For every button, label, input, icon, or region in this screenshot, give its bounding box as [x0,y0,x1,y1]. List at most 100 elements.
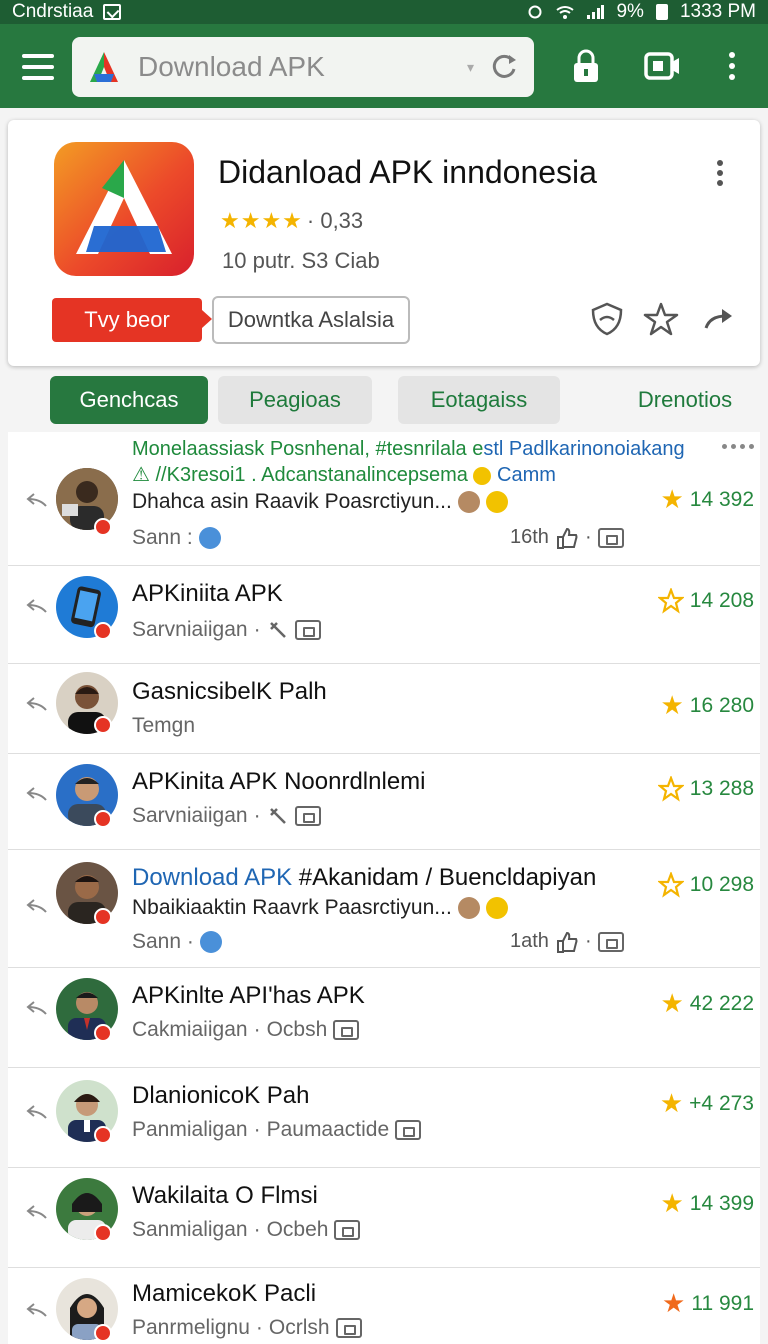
featured-time: 16th · [510,526,624,549]
live-badge-icon [94,1024,112,1042]
card-overflow-icon[interactable] [710,160,730,190]
list-item[interactable]: APKinlte API'has APK Cakmiaiigan · Ocbsh ★… [8,968,760,1068]
media-icon [597,527,624,548]
reply-icon[interactable] [26,1102,48,1120]
globe-emoji-icon [198,527,221,549]
reply-icon[interactable] [26,998,48,1016]
app-list: Monelaassiask Posnhenal, #tesnrilala est… [8,432,760,1344]
app-meta: 10 putr. S3 Ciab [222,248,380,273]
featured-tag-line-2: ⚠ //K3resoi1 . Adcanstanalincepsema Camm [132,464,556,486]
share-icon[interactable] [698,300,736,338]
apk-logo-icon [90,52,118,82]
tab-genchcas[interactable]: Genchcas [50,376,208,424]
reply-icon[interactable] [26,596,48,614]
emoji-icon [473,466,492,485]
live-badge-icon [94,810,112,828]
reply-icon[interactable] [26,896,48,914]
row-rating: ★ 42 222 [660,988,754,1018]
list-overflow-icon[interactable] [722,444,754,449]
featured-sub: Sann : [132,526,221,550]
reply-icon[interactable] [26,1300,48,1318]
list-item[interactable]: Wakilaita O Flmsi Sanmialigan · Ocbeh ★ 14 … [8,1168,760,1268]
reply-icon[interactable] [26,490,48,508]
row-rating: 10 298 [657,872,754,898]
reply-icon[interactable] [26,694,48,712]
face-emoji-icon [457,897,480,919]
media-icon [395,1120,422,1140]
reply-icon[interactable] [26,1202,48,1220]
row-title: GasnicsibelK Palh [132,678,327,705]
featured-rating: ★ 14 392 [660,484,754,514]
row-title: APKiniita APK [132,580,283,607]
row-rating: ★ 16 280 [660,690,754,720]
shield-icon[interactable] [588,300,626,338]
tab-eotagaiss[interactable]: Eotagaiss [398,376,560,424]
star-icon: ★ [659,1088,684,1118]
carrier-label: Cndrstiaa [12,1,94,22]
list-item[interactable]: MamicekoK Pacli Panrmelignu · Ocrlsh ★ 11 9… [8,1268,760,1344]
row-rating: ★ 11 991 [662,1288,754,1318]
secondary-action-button[interactable]: Downtka Aslalsia [212,296,410,344]
star-icon: ★ [660,484,684,514]
app-detail-card: Didanload APK inndonesia ★★★★ · 0,33 10 … [8,120,760,366]
thumb-icon [556,931,578,953]
live-badge-icon [94,1224,112,1242]
reply-icon[interactable] [26,784,48,802]
row-subtitle: Sarvniaiigan · [132,618,321,642]
notification-icon [103,4,122,20]
globe-emoji-icon [199,931,222,953]
search-input[interactable]: Download APK ▾ [72,37,534,97]
primary-action-button[interactable]: Tvy beor [52,298,212,342]
tool-icon [269,622,286,638]
row-subtitle: Panrmelignu · Ocrlsh [132,1316,362,1340]
row-subtitle: Sanmialigan · Ocbeh [132,1218,361,1242]
row-title: MamicekoK Pacli [132,1280,317,1307]
row-title: DlanionicoK Pah [132,1082,310,1109]
list-item[interactable]: APKiniita APK Sarvniaiigan · 14 208 [8,566,760,664]
media-icon [294,806,321,826]
row-subtitle: Sann · [132,930,222,954]
star-outline-icon [657,776,684,802]
tab-peagioas[interactable]: Peagioas [218,376,372,424]
star-outline-icon[interactable] [642,300,680,338]
row-title: APKinlte API'has APK [132,982,365,1009]
tab-drenotios[interactable]: Drenotios [620,376,750,424]
row-rating: 14 208 [657,588,754,614]
app-title: Didanload APK inndonesia [218,154,597,190]
list-item-featured[interactable]: Monelaassiask Posnhenal, #tesnrilala est… [8,432,760,566]
rating-stars-icon: ★★★★ [220,208,303,233]
media-icon [334,1220,361,1240]
app-bar: Download APK ▾ [0,24,768,108]
battery-percent: 9% [616,1,644,22]
menu-icon[interactable] [22,54,54,80]
row-rating: ★ 14 399 [660,1188,754,1218]
row-rating: 13 288 [657,776,754,802]
live-badge-icon [94,518,112,536]
dropdown-caret-icon[interactable]: ▾ [467,59,474,76]
emoji-icon [485,491,508,513]
list-item[interactable]: Download APK #Akanidam / Buencldapiyan N… [8,850,760,968]
signal-icon [587,5,605,19]
row-time: 1ath · [510,930,624,953]
media-icon [335,1318,362,1338]
wifi-icon [556,6,575,19]
row-rating: ★ +4 273 [659,1088,754,1118]
row-subtitle: Temgn [132,714,196,737]
refresh-icon[interactable] [488,51,520,83]
video-icon[interactable] [642,46,682,86]
list-item[interactable]: GasnicsibelK Palh Temgn ★ 16 280 [8,664,760,754]
list-item[interactable]: DlanionicoK Pah Panmialigan · Paumaactide … [8,1068,760,1168]
battery-icon [655,4,668,20]
lock-icon[interactable] [566,46,606,86]
overflow-menu-icon[interactable] [712,46,752,86]
list-item[interactable]: APKinita APK Noonrdlnlemi Sarvniaiigan · … [8,754,760,850]
app-icon[interactable] [54,142,194,276]
featured-line: Dhahca asin Raavik Poasrctiyun... [132,490,508,514]
row-line: Nbaikiaaktin Raavrk Paasrctiyun... [132,896,508,920]
live-badge-icon [94,1126,112,1144]
row-subtitle: Sarvniaiigan · [132,804,321,828]
row-title: Download APK #Akanidam / Buencldapiyan [132,864,597,891]
star-icon: ★ [662,1288,686,1318]
star-icon: ★ [660,690,684,720]
search-text: Download APK [138,51,325,82]
